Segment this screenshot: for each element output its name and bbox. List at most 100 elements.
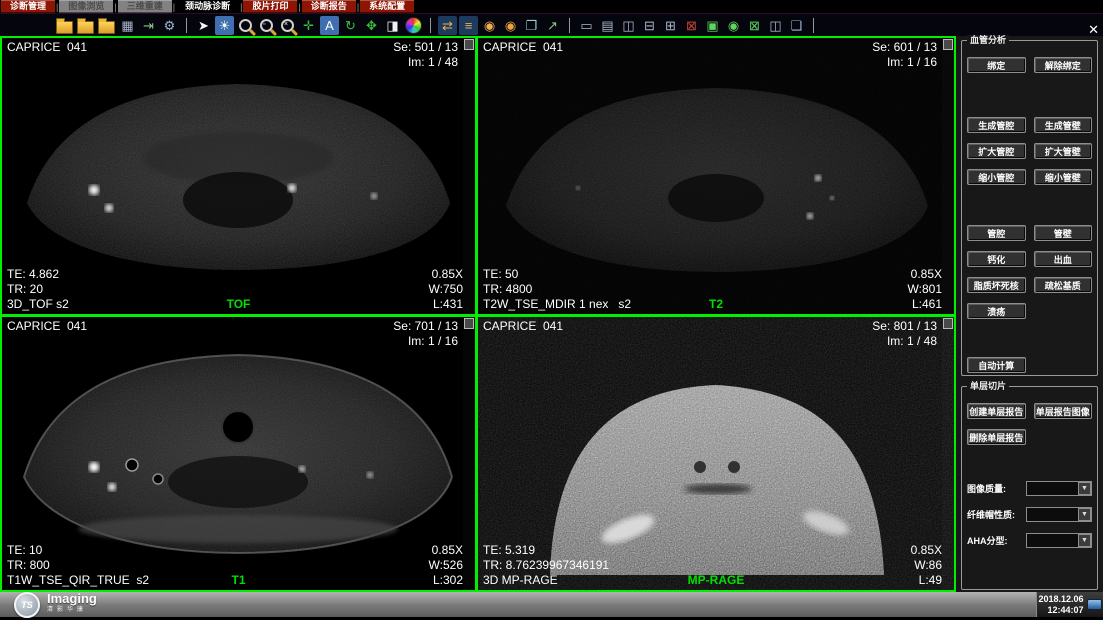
series-scrollbar[interactable] [942,38,954,314]
viewport-tof[interactable]: CAPRICE 041 Se: 501 / 13Im: 1 / 48 TE: 4… [2,38,475,314]
viewport-t2[interactable]: CAPRICE 041 Se: 601 / 13Im: 1 / 16 TE: 5… [478,38,954,314]
open-study-folder-icon[interactable] [76,16,95,35]
menu-tab-5[interactable]: 诊断报告 [302,0,356,13]
cursor-tool-icon[interactable]: ➤ [194,16,213,35]
panel-button[interactable]: 缩小管腔 [967,169,1026,185]
zoom-tool-icon[interactable] [236,16,255,35]
copy-report-icon[interactable]: ❐ [522,16,541,35]
menu-tab-3[interactable]: 颈动脉诊断 [176,0,239,13]
cine-export-icon[interactable]: ❏ [787,16,806,35]
split-view-icon[interactable]: ◫ [766,16,785,35]
menu-tab-2[interactable]: 三维重建 [118,0,172,13]
dropdown-arrow-icon[interactable]: ▼ [1078,482,1091,495]
layout-quad-icon[interactable]: ⊞ [661,16,680,35]
image-number: Im: 1 / 48 [393,55,458,70]
panel-button-row: 自动计算 [967,357,1092,373]
layout-stack-icon[interactable]: ▤ [598,16,617,35]
dropdown-arrow-icon[interactable]: ▼ [1078,508,1091,521]
series-transfer-icon[interactable]: ⇄ [438,16,457,35]
open-series-folder-icon[interactable] [97,16,116,35]
dropdown-arrow-icon[interactable]: ▼ [1078,534,1091,547]
menu-tab-4[interactable]: 胶片打印 [243,0,297,13]
zoom-region-tool-icon[interactable]: ▫ [257,16,276,35]
scrollbar-thumb[interactable] [943,39,953,50]
panel-button-row: 创建单层报告单层报告图像 [967,403,1092,419]
window-level-tool-icon[interactable]: ☀ [215,16,234,35]
toolbar-separator [430,18,431,33]
scrollbar-thumb[interactable] [464,39,474,50]
panel-button[interactable]: 自动计算 [967,357,1026,373]
scrollbar-thumb[interactable] [464,318,474,329]
panel-button[interactable]: 生成管壁 [1034,117,1093,133]
panel-button[interactable]: 管腔 [967,225,1026,241]
menu-tab-0[interactable]: 诊断管理 [1,0,55,13]
fit-screen-tool-icon[interactable]: ✥ [362,16,381,35]
series-scrollbar[interactable] [942,317,954,590]
panel-field-row: 图像质量:▼ [967,481,1092,496]
panel-button[interactable]: 脂质坏死核 [967,277,1026,293]
panel-button[interactable]: 创建单层报告 [967,403,1026,419]
panel-button[interactable]: 删除单层报告 [967,429,1026,445]
series-layout-icon[interactable]: ≡ [459,16,478,35]
series-scrollbar[interactable] [463,38,475,314]
image-number: Im: 1 / 16 [872,55,937,70]
panel-button[interactable]: 溃疡 [967,303,1026,319]
archive-device-icon[interactable]: ⚙ [160,16,179,35]
measure-angle-icon[interactable]: ◉ [501,16,520,35]
image-quality-select[interactable]: ▼ [1026,481,1092,496]
panel-button[interactable]: 出血 [1034,251,1093,267]
panel-button[interactable]: 扩大管腔 [967,143,1026,159]
fibrous-cap-select[interactable]: ▼ [1026,507,1092,522]
tr-value: TR: 8.76239967346191 [483,558,609,573]
menu-tab-1[interactable]: 图像浏览 [59,0,113,13]
worklist-window-icon[interactable]: ▦ [118,16,137,35]
measure-distance-icon[interactable]: ◉ [480,16,499,35]
layout-two-col-icon[interactable]: ◫ [619,16,638,35]
scrollbar-thumb[interactable] [943,318,953,329]
field-label: AHA分型: [967,534,1008,547]
roi-rect-icon[interactable]: ▣ [703,16,722,35]
aha-type-select[interactable]: ▼ [1026,533,1092,548]
zoom-out-tool-icon[interactable]: × [278,16,297,35]
toolbar-separator [186,18,187,33]
panel-button[interactable]: 疏松基质 [1034,277,1093,293]
roi-delete-icon[interactable]: ⊠ [745,16,764,35]
menu-tab-6[interactable]: 系统配置 [360,0,414,13]
panel-button[interactable]: 生成管腔 [967,117,1026,133]
panel-button[interactable]: 单层报告图像 [1034,403,1093,419]
panel-button[interactable]: 钙化 [967,251,1026,267]
send-to-window-icon[interactable]: ⇥ [139,16,158,35]
panel-button[interactable]: 缩小管壁 [1034,169,1093,185]
viewport-mprage[interactable]: CAPRICE 041 Se: 801 / 13Im: 1 / 48 TE: 5… [478,317,954,590]
layout-single-icon[interactable]: ▭ [577,16,596,35]
roi-ellipse-icon[interactable]: ◉ [724,16,743,35]
panel-button[interactable]: 扩大管壁 [1034,143,1093,159]
open-patient-folder-icon[interactable] [55,16,74,35]
layout-clear-icon[interactable]: ⊠ [682,16,701,35]
panel-button[interactable]: 解除绑定 [1034,57,1093,73]
te-value: TE: 10 [7,543,149,558]
window-width: W:86 [911,558,942,573]
color-palette-tool-icon[interactable] [404,16,423,35]
invert-tool-icon[interactable]: ◨ [383,16,402,35]
patient-name: CAPRICE 041 [7,319,87,334]
export-image-icon[interactable]: ↗ [543,16,562,35]
patient-name: CAPRICE 041 [7,40,87,55]
viewport-t1[interactable]: CAPRICE 041 Se: 701 / 13Im: 1 / 16 TE: 1… [2,317,475,590]
panel-spacer [967,455,1092,481]
panel-button[interactable]: 管壁 [1034,225,1093,241]
panel-button[interactable]: 绑定 [967,57,1026,73]
panel-button-row: 管腔管壁 [967,225,1092,241]
layout-two-row-icon[interactable]: ⊟ [640,16,659,35]
toolbar-separator [569,18,570,33]
zoom-factor: 0.85X [908,267,942,282]
annotation-tool-icon[interactable]: A [320,16,339,35]
vessel-analysis-buttons: 绑定解除绑定生成管腔生成管壁扩大管腔扩大管壁缩小管腔缩小管壁管腔管壁钙化出血脂质… [967,57,1092,373]
datetime-box: 2018.12.06 12:44:07 [1036,592,1103,617]
pan-tool-icon[interactable]: ✛ [299,16,318,35]
reset-tool-icon[interactable]: ↻ [341,16,360,35]
series-scrollbar[interactable] [463,317,475,590]
window-width: W:750 [429,282,463,297]
window-width: W:801 [908,282,942,297]
close-icon[interactable]: ✕ [1088,23,1099,36]
